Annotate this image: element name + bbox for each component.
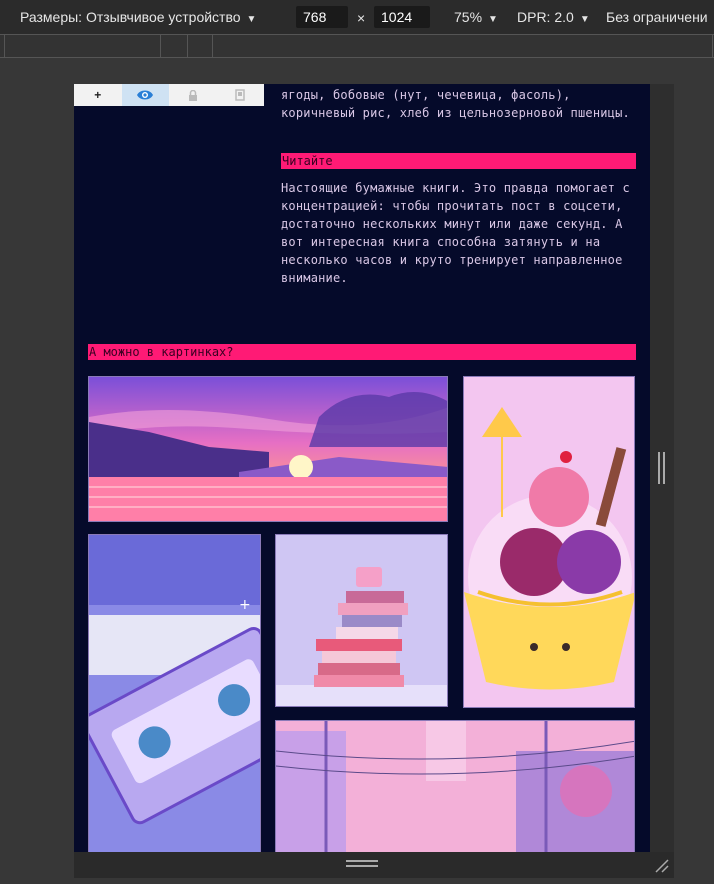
device-dropdown[interactable]: Размеры: Отзывчивое устройство ▼ xyxy=(20,9,256,25)
icecream-image xyxy=(463,376,635,708)
floating-toolbar: + xyxy=(74,84,264,106)
media-segment[interactable] xyxy=(160,35,188,57)
media-segment[interactable] xyxy=(212,35,713,57)
eye-button[interactable] xyxy=(121,84,169,106)
add-button[interactable]: + xyxy=(74,84,122,106)
paragraph-food: ягоды, бобовые (нут, чечевица, фасоль), … xyxy=(281,88,630,120)
corner-grip-icon[interactable] xyxy=(652,856,670,874)
chevron-down-icon: ▼ xyxy=(246,14,257,25)
cassette-image: + xyxy=(88,534,261,852)
bottom-resize-handle[interactable] xyxy=(346,860,378,868)
heading-read: Читайте xyxy=(281,153,636,169)
svg-text:+: + xyxy=(239,597,251,613)
throttle-label: Без ограничени xyxy=(606,9,708,25)
chevron-down-icon: ▼ xyxy=(579,14,590,25)
add-icon: + xyxy=(94,88,102,102)
device-icon xyxy=(235,89,245,101)
resize-handle-icon[interactable] xyxy=(658,452,666,484)
lock-icon xyxy=(188,89,197,101)
devtools-toolbar: Размеры: Отзывчивое устройство ▼ × 75% ▼ D… xyxy=(0,0,714,34)
street-image xyxy=(275,720,635,852)
height-input[interactable] xyxy=(374,6,430,28)
media-segment[interactable] xyxy=(187,35,213,57)
books-image xyxy=(275,534,448,707)
throttle-dropdown[interactable]: Без ограничени xyxy=(606,9,708,25)
device-viewport[interactable]: + ягоды, бобовые (нут, чечевица, фасоль)… xyxy=(74,84,650,852)
chevron-down-icon: ▼ xyxy=(488,14,498,25)
media-segment[interactable] xyxy=(4,35,161,57)
paragraph-books: Настоящие бумажные книги. Это правда пом… xyxy=(281,181,630,285)
dpr-dropdown[interactable]: DPR: 2.0 ▼ xyxy=(517,9,590,25)
width-input[interactable] xyxy=(296,6,348,28)
media-query-bar xyxy=(0,34,714,58)
dpr-label: DPR: 2.0 xyxy=(517,9,574,25)
zoom-label: 75% xyxy=(454,9,483,25)
device-button[interactable] xyxy=(217,84,265,106)
lock-button[interactable] xyxy=(169,84,217,106)
device-label: Размеры: Отзывчивое устройство xyxy=(20,9,241,25)
sunset-image xyxy=(88,376,448,522)
times-icon: × xyxy=(357,10,366,26)
zoom-dropdown[interactable]: 75% ▼ xyxy=(454,9,498,25)
eye-icon xyxy=(137,90,154,100)
heading-pictures: А можно в картинках? xyxy=(88,344,636,360)
